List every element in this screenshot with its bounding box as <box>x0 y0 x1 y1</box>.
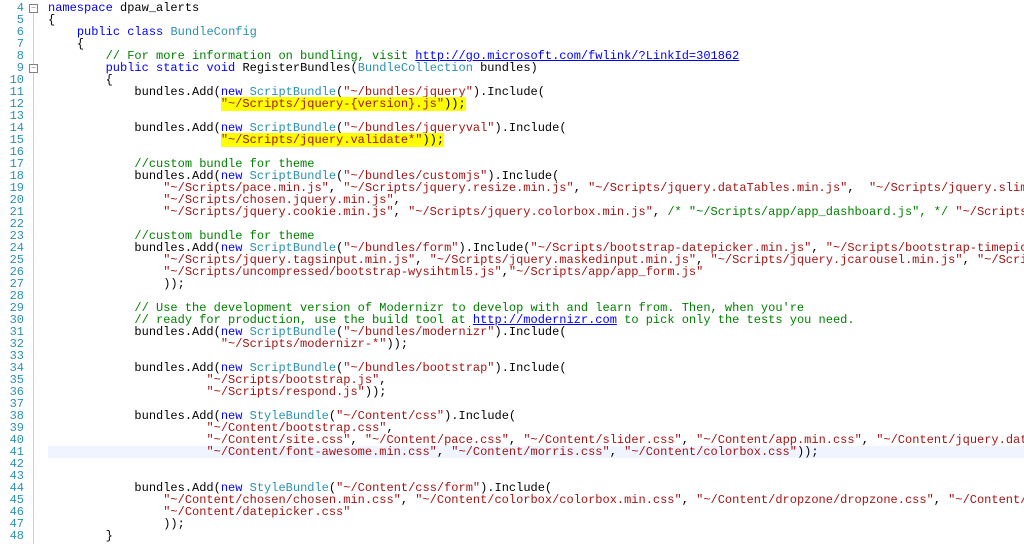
fold-toggle[interactable] <box>29 4 38 13</box>
code-line[interactable]: public static void RegisterBundles(Bundl… <box>48 62 1024 74</box>
code-line[interactable]: "~/Content/font-awesome.min.css", "~/Con… <box>48 446 1024 458</box>
code-line[interactable]: "~/Scripts/jquery.cookie.min.js", "~/Scr… <box>48 206 1024 218</box>
line-number: 48 <box>0 530 24 542</box>
code-line[interactable]: namespace dpaw_alerts <box>48 2 1024 14</box>
line-numbers: 4567891011121314151617181920212223242526… <box>0 2 28 542</box>
code-line[interactable]: )); <box>48 518 1024 530</box>
code-line[interactable]: )); <box>48 278 1024 290</box>
code-line[interactable] <box>48 458 1024 470</box>
fold-column[interactable] <box>28 2 40 542</box>
code-line[interactable]: } <box>48 530 1024 542</box>
fold-toggle[interactable] <box>29 64 38 73</box>
editor-gutter: 4567891011121314151617181920212223242526… <box>0 0 40 544</box>
code-line[interactable]: "~/Scripts/respond.js")); <box>48 386 1024 398</box>
code-line[interactable]: "~/Scripts/modernizr-*")); <box>48 338 1024 350</box>
code-line[interactable]: "~/Scripts/jquery.validate*")); <box>48 134 1024 146</box>
code-line[interactable]: public class BundleConfig <box>48 26 1024 38</box>
code-line[interactable]: "~/Content/datepicker.css" <box>48 506 1024 518</box>
code-area[interactable]: namespace dpaw_alerts { public class Bun… <box>40 0 1024 544</box>
code-line[interactable]: "~/Scripts/jquery-{version}.js")); <box>48 98 1024 110</box>
code-line[interactable]: "~/Scripts/uncompressed/bootstrap-wysiht… <box>48 266 1024 278</box>
